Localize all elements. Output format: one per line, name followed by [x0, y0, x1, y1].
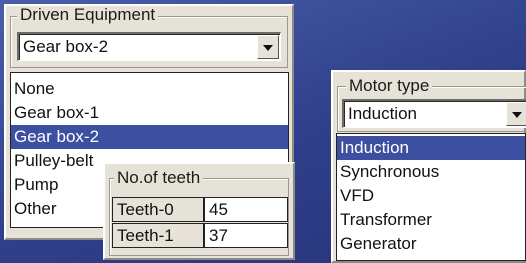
motor-type-list: Induction Synchronous VFD Transformer Ge…	[336, 133, 526, 261]
list-item-synchronous[interactable]: Synchronous	[337, 160, 525, 184]
motor-type-group: Motor type Induction	[337, 77, 526, 132]
chevron-down-icon	[512, 112, 522, 118]
chevron-down-icon	[263, 45, 273, 51]
teeth-group: No.of teeth Teeth-0 45 Teeth-1 37	[109, 169, 289, 256]
list-item-vfd[interactable]: VFD	[337, 184, 525, 208]
driven-equipment-group: Driven Equipment Gear box-2	[10, 6, 288, 68]
driven-equipment-dropdown[interactable]: Gear box-2	[17, 32, 281, 61]
teeth-table: Teeth-0 45 Teeth-1 37	[112, 197, 288, 249]
teeth-0-value-field[interactable]: 45	[204, 197, 288, 222]
teeth-panel: No.of teeth Teeth-0 45 Teeth-1 37	[103, 162, 295, 260]
driven-equipment-selected-value: Gear box-2	[23, 37, 109, 56]
driven-equipment-label: Driven Equipment	[17, 6, 159, 24]
list-item-induction[interactable]: Induction	[337, 136, 525, 160]
motor-type-selected-value: Induction	[348, 104, 417, 123]
motor-type-label: Motor type	[346, 77, 433, 95]
teeth-1-label: Teeth-1	[112, 223, 204, 248]
teeth-label: No.of teeth	[114, 169, 204, 187]
list-item-generator[interactable]: Generator	[337, 232, 525, 256]
list-item-gear-box-2[interactable]: Gear box-2	[11, 125, 288, 149]
list-item-none[interactable]: None	[11, 77, 288, 101]
list-item-gear-box-1[interactable]: Gear box-1	[11, 101, 288, 125]
dropdown-button[interactable]	[257, 35, 279, 59]
teeth-0-label: Teeth-0	[112, 197, 204, 222]
dropdown-button[interactable]	[506, 102, 526, 126]
motor-type-dropdown[interactable]: Induction	[342, 99, 526, 128]
list-item-transformer[interactable]: Transformer	[337, 208, 525, 232]
teeth-1-value-field[interactable]: 37	[204, 223, 288, 248]
